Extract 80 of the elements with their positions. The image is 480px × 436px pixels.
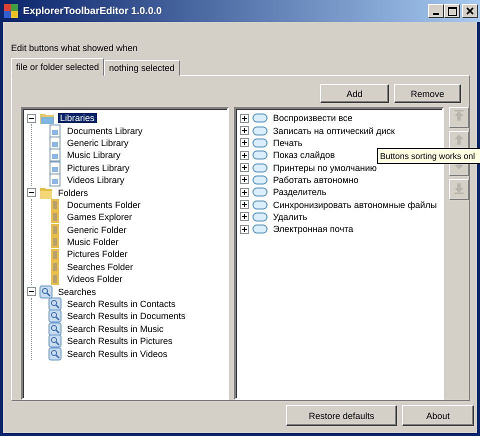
tree-item[interactable]: Music Folder xyxy=(65,237,121,248)
tree-item[interactable]: Searches Folder xyxy=(65,262,136,272)
list-item[interactable]: Показ слайдов xyxy=(271,150,337,160)
library-icon xyxy=(48,124,62,138)
tab[interactable]: nothing selected xyxy=(104,60,180,76)
tree-item[interactable]: Search Results in Pictures xyxy=(65,336,175,346)
plus-box-icon[interactable] xyxy=(240,114,249,123)
tab[interactable]: file or folder selected xyxy=(11,58,104,76)
close-button[interactable] xyxy=(462,4,478,18)
tree-item[interactable]: Search Results in Documents xyxy=(65,311,188,322)
tree-item[interactable]: Pictures Library xyxy=(65,162,132,173)
button-shape-icon xyxy=(252,200,268,210)
plus-box-icon[interactable] xyxy=(240,163,249,172)
library-icon xyxy=(48,173,62,188)
plus-box-icon[interactable] xyxy=(240,126,249,136)
caption-label: Edit buttons what showed when xyxy=(11,43,139,53)
library-icon xyxy=(48,160,62,175)
plus-box-icon[interactable] xyxy=(240,150,249,160)
button-shape-icon xyxy=(252,162,268,173)
list-item[interactable]: Воспроизвести все xyxy=(271,113,355,124)
button-shape-icon xyxy=(252,174,268,185)
window-title: ExplorerToolbarEditor 1.0.0.0 xyxy=(23,6,163,16)
plus-box-icon[interactable] xyxy=(240,175,249,184)
button-shape-icon xyxy=(252,150,268,160)
minimize-button[interactable] xyxy=(428,4,444,18)
list-item[interactable]: Печать xyxy=(271,138,304,148)
button-shape-icon xyxy=(252,212,268,222)
tree-item[interactable]: Documents Library xyxy=(65,126,145,136)
tree-item[interactable]: Videos Library xyxy=(65,175,126,186)
list-item[interactable]: Принтеры по умолчанию xyxy=(271,162,379,173)
plus-box-icon[interactable] xyxy=(240,138,249,148)
button-shape-icon xyxy=(252,138,268,148)
tree-item[interactable]: Generic Library xyxy=(65,138,131,148)
close-icon xyxy=(466,7,474,15)
remove-button[interactable]: Remove xyxy=(394,84,461,103)
tree-item[interactable]: Search Results in Contacts xyxy=(65,299,178,310)
button-shape-icon xyxy=(252,126,268,136)
search-icon xyxy=(48,346,62,361)
list-item[interactable]: Удалить xyxy=(271,212,310,222)
search-icon xyxy=(48,334,62,348)
tree-item[interactable]: Music Library xyxy=(65,150,123,160)
restore-defaults-button[interactable]: Restore defaults xyxy=(286,405,397,426)
minus-box-icon[interactable] xyxy=(27,188,36,198)
button-shape-icon xyxy=(252,187,268,198)
list-item[interactable]: Работать автономно xyxy=(271,174,361,185)
add-button[interactable]: Add xyxy=(320,84,389,103)
plus-box-icon[interactable] xyxy=(240,224,249,234)
tooltip: Buttons sorting works onl xyxy=(377,148,480,164)
minus-box-icon[interactable] xyxy=(27,287,36,296)
list-item[interactable]: Электронная почта xyxy=(271,224,356,234)
library-folder-icon xyxy=(39,111,55,126)
tree-item[interactable]: Pictures Folder xyxy=(65,249,130,260)
library-icon xyxy=(48,148,62,162)
button-shape-icon xyxy=(252,113,268,124)
plus-box-icon[interactable] xyxy=(240,188,249,197)
tree-item[interactable]: Videos Folder xyxy=(65,274,124,284)
maximize-button[interactable] xyxy=(444,4,460,18)
tree-item[interactable]: Generic Folder xyxy=(65,224,129,235)
plus-box-icon[interactable] xyxy=(240,200,249,210)
list-item[interactable]: Синхронизировать автономные файлы xyxy=(271,200,439,210)
maximize-icon xyxy=(448,6,456,16)
list-item[interactable]: Разделитель xyxy=(271,187,328,198)
tree-item[interactable]: Search Results in Videos xyxy=(65,348,170,359)
about-button[interactable]: About xyxy=(402,405,474,426)
tree-item[interactable]: Games Explorer xyxy=(65,212,134,222)
search-icon xyxy=(39,284,53,299)
library-icon xyxy=(48,136,62,150)
list-item[interactable]: Записать на оптический диск xyxy=(271,126,397,136)
minus-box-icon[interactable] xyxy=(27,114,36,123)
search-icon xyxy=(48,322,62,336)
tree-item[interactable]: Libraries xyxy=(58,113,97,124)
tree-item[interactable]: Folders xyxy=(56,188,90,198)
tree-item[interactable]: Search Results in Music xyxy=(65,324,166,334)
tree-item[interactable]: Searches xyxy=(56,286,98,297)
search-icon xyxy=(48,297,62,312)
tree-item[interactable]: Documents Folder xyxy=(65,200,143,210)
plus-box-icon[interactable] xyxy=(240,212,249,222)
button-shape-icon xyxy=(252,224,268,234)
search-icon xyxy=(48,309,62,324)
app-icon xyxy=(3,3,19,19)
